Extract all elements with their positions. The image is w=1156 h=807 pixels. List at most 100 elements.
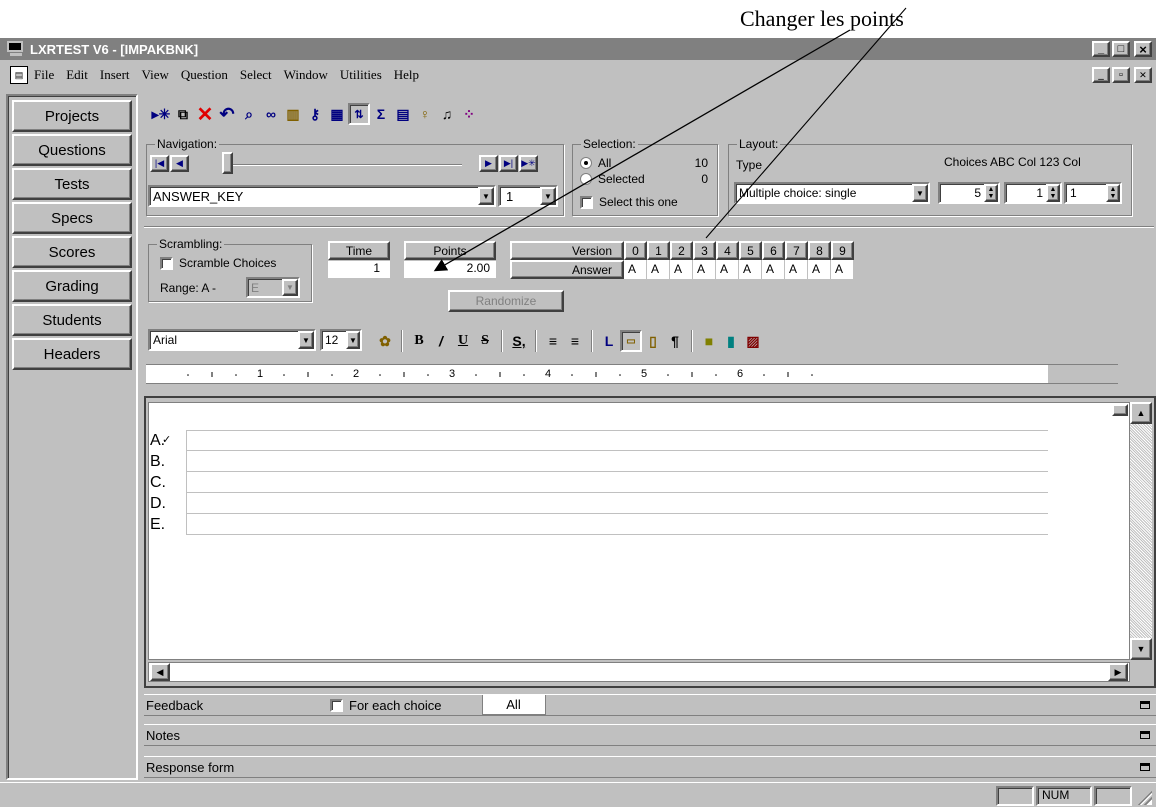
music-icon[interactable]: ♫: [436, 103, 458, 125]
choice-row[interactable]: E.: [148, 514, 1048, 535]
choice-row[interactable]: C.: [148, 472, 1048, 493]
menu-insert[interactable]: Insert: [100, 67, 130, 83]
split-handle-icon[interactable]: [1112, 404, 1128, 416]
align-justify-icon[interactable]: ≡: [564, 330, 586, 352]
color-block-icon[interactable]: ■: [698, 330, 720, 352]
lightbulb-icon[interactable]: ♀: [414, 103, 436, 125]
underline-icon[interactable]: U: [452, 330, 474, 352]
menu-utilities[interactable]: Utilities: [340, 67, 382, 83]
dots-grid-icon[interactable]: ⁘: [458, 103, 480, 125]
nav-slider-thumb[interactable]: [222, 152, 233, 174]
key-icon[interactable]: ⚷: [304, 103, 326, 125]
palette-icon[interactable]: ✿: [374, 330, 396, 352]
vertical-scrollbar[interactable]: [1130, 402, 1152, 660]
column-icon[interactable]: ▯: [642, 330, 664, 352]
table-icon[interactable]: ▦: [326, 103, 348, 125]
sidebar-item-questions[interactable]: Questions: [12, 134, 132, 166]
spin-icon[interactable]: ▲ ▼: [1106, 184, 1120, 202]
panel-expand-icon[interactable]: [1140, 701, 1150, 709]
sidebar-item-headers[interactable]: Headers: [12, 338, 132, 370]
chevron-down-icon[interactable]: ▼: [478, 187, 494, 205]
font-size-select[interactable]: 12 ▼: [320, 329, 362, 351]
radio-all[interactable]: All 10: [580, 156, 714, 170]
close-button[interactable]: ×: [1134, 41, 1152, 57]
menu-edit[interactable]: Edit: [66, 67, 88, 83]
choice-text-field[interactable]: [186, 514, 1048, 535]
tab-stop-icon[interactable]: L: [598, 330, 620, 352]
nav-slider-track[interactable]: [222, 164, 462, 166]
first-record-button[interactable]: |◀: [150, 155, 169, 172]
form-icon[interactable]: ▤: [392, 103, 414, 125]
radio-selected[interactable]: Selected 0: [580, 172, 714, 186]
delete-icon[interactable]: ✕: [194, 103, 216, 126]
sidebar-item-students[interactable]: Students: [12, 304, 132, 336]
answer-cell[interactable]: A: [785, 260, 808, 279]
answer-cell[interactable]: A: [624, 260, 647, 279]
scroll-left-button[interactable]: ◀: [150, 663, 170, 681]
spin-icon[interactable]: ▲ ▼: [984, 184, 998, 202]
abc-col-stepper[interactable]: 1 ▲ ▼: [1004, 182, 1062, 204]
answer-cell[interactable]: A: [693, 260, 716, 279]
answer-cell[interactable]: A: [647, 260, 670, 279]
num-col-stepper[interactable]: 1 ▲ ▼: [1064, 182, 1122, 204]
sidebar-item-tests[interactable]: Tests: [12, 168, 132, 200]
chevron-down-icon[interactable]: ▼: [540, 187, 556, 205]
title-bar[interactable]: LXRTEST V6 - [IMPAKBNK] _ □ ×: [0, 38, 1156, 60]
horizontal-scrollbar[interactable]: [148, 662, 1130, 682]
choice-text-field[interactable]: [186, 493, 1048, 514]
answer-cell[interactable]: A: [670, 260, 693, 279]
menu-window[interactable]: Window: [284, 67, 328, 83]
for-each-choice-checkbox[interactable]: [330, 698, 343, 712]
sidebar-item-specs[interactable]: Specs: [12, 202, 132, 234]
sidebar-item-grading[interactable]: Grading: [12, 270, 132, 302]
panel-expand-icon[interactable]: [1140, 763, 1150, 771]
sidebar-item-projects[interactable]: Projects: [12, 100, 132, 132]
panel-expand-icon[interactable]: [1140, 731, 1150, 739]
randomize-button[interactable]: Randomize: [448, 290, 564, 312]
prev-record-button[interactable]: ◀: [170, 155, 189, 172]
next-record-button[interactable]: ▶: [479, 155, 498, 172]
question-type-select[interactable]: Multiple choice: single ▼: [734, 182, 930, 204]
resize-grip-icon[interactable]: [1136, 789, 1152, 805]
chevron-down-icon[interactable]: ▼: [282, 279, 298, 296]
choice-text-field[interactable]: [186, 430, 1048, 451]
undo-icon[interactable]: ↶: [216, 103, 238, 125]
scroll-down-button[interactable]: ▼: [1130, 638, 1152, 660]
menu-help[interactable]: Help: [394, 67, 419, 83]
choice-row[interactable]: B.: [148, 451, 1048, 472]
menu-select[interactable]: Select: [240, 67, 272, 83]
scramble-icon[interactable]: ⇅: [348, 103, 370, 125]
sum-icon[interactable]: Σ: [370, 103, 392, 125]
frame-icon[interactable]: ▮: [720, 330, 742, 352]
strikethrough-icon[interactable]: S: [474, 330, 496, 352]
ruler-icon[interactable]: ▭: [620, 330, 642, 352]
answer-cell[interactable]: A: [808, 260, 831, 279]
bold-icon[interactable]: B: [408, 330, 430, 352]
all-tab[interactable]: All: [481, 695, 546, 715]
choices-stepper[interactable]: 5 ▲ ▼: [938, 182, 1000, 204]
scramble-choices-checkbox[interactable]: Scramble Choices: [160, 256, 276, 270]
answer-cell[interactable]: A: [739, 260, 762, 279]
maximize-button[interactable]: □: [1112, 41, 1130, 57]
choice-text-field[interactable]: [186, 472, 1048, 493]
select-this-checkbox[interactable]: Select this one: [580, 195, 678, 209]
last-record-button[interactable]: ▶|: [499, 155, 518, 172]
menu-question[interactable]: Question: [181, 67, 228, 83]
new-record-button[interactable]: ▶✳: [519, 155, 538, 172]
minimize-button[interactable]: _: [1092, 41, 1110, 57]
copy-question-icon[interactable]: ⧉: [172, 103, 194, 125]
book-icon[interactable]: ▥: [282, 103, 304, 125]
scroll-right-button[interactable]: ▶: [1108, 663, 1128, 681]
answer-cell[interactable]: A: [762, 260, 785, 279]
link-icon[interactable]: ∞: [260, 103, 282, 125]
subscript-icon[interactable]: S,: [508, 330, 530, 352]
menu-file[interactable]: File: [34, 67, 54, 83]
ruler[interactable]: 1 2 3 4 5 6: [146, 364, 1118, 384]
answer-cell[interactable]: A: [716, 260, 739, 279]
spin-icon[interactable]: ▲ ▼: [1046, 184, 1060, 202]
chevron-down-icon[interactable]: ▼: [912, 184, 928, 202]
doc-minimize-button[interactable]: _: [1092, 67, 1110, 83]
document-icon[interactable]: ▤: [10, 66, 28, 84]
doc-close-button[interactable]: ×: [1134, 67, 1152, 83]
paragraph-icon[interactable]: ¶: [664, 330, 686, 352]
